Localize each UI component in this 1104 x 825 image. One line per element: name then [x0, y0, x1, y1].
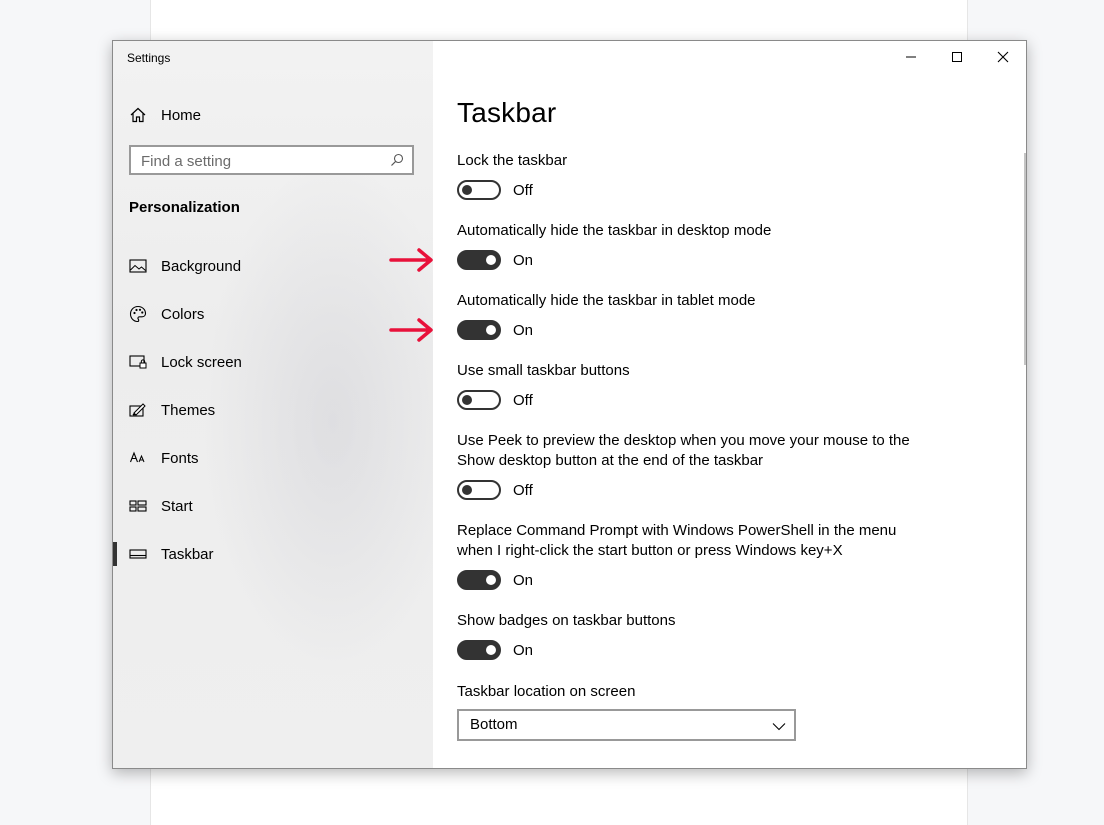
scrollbar[interactable]	[1024, 153, 1026, 365]
dropdown-value: Bottom	[470, 716, 518, 733]
toggle-knob	[486, 575, 496, 585]
toggle-state-label: Off	[513, 481, 533, 499]
home-icon	[129, 106, 147, 124]
taskbar-location-dropdown[interactable]: Bottom	[457, 709, 796, 741]
search-icon[interactable]	[390, 153, 404, 167]
sidebar-item-start[interactable]: Start	[113, 486, 433, 526]
taskbar-icon	[129, 545, 147, 563]
badges-toggle[interactable]	[457, 640, 501, 660]
sidebar-item-label: Themes	[161, 401, 216, 419]
toggle-state-label: On	[513, 251, 534, 269]
section-title: Personalization	[129, 199, 240, 216]
sidebar: Settings Home Personalization Background	[113, 41, 463, 768]
settings-window: Settings Home Personalization Background	[112, 40, 1027, 769]
taskbar-location-label: Taskbar location on screen	[457, 683, 636, 700]
toggle-state-label: Off	[513, 181, 533, 199]
lock-taskbar-toggle[interactable]	[457, 180, 501, 200]
setting-badges: Show badges on taskbar buttons On	[457, 611, 917, 660]
setting-description: Automatically hide the taskbar in tablet…	[457, 292, 756, 309]
lock-screen-icon	[129, 353, 147, 371]
setting-autohide-desktop: Automatically hide the taskbar in deskto…	[457, 221, 917, 270]
chevron-down-icon	[772, 719, 786, 731]
home-label: Home	[161, 106, 202, 124]
start-icon	[129, 497, 147, 515]
toggle-knob	[486, 325, 496, 335]
home-nav-item[interactable]: Home	[129, 103, 201, 127]
search-input[interactable]	[141, 151, 381, 171]
sidebar-item-lock-screen[interactable]: Lock screen	[113, 342, 433, 382]
sidebar-item-label: Lock screen	[161, 353, 242, 371]
setting-description: Use small taskbar buttons	[457, 362, 630, 379]
toggle-state-label: On	[513, 641, 534, 659]
minimize-button[interactable]	[888, 41, 934, 73]
toggle-state-label: Off	[513, 391, 533, 409]
palette-icon	[129, 305, 147, 323]
setting-small-buttons: Use small taskbar buttons Off	[457, 361, 917, 410]
red-arrow-icon	[389, 248, 433, 272]
sidebar-item-label: Taskbar	[161, 545, 214, 563]
sidebar-item-colors[interactable]: Colors	[113, 294, 433, 334]
toggle-knob	[462, 395, 472, 405]
toggle-knob	[462, 485, 472, 495]
search-box[interactable]	[129, 145, 414, 175]
sidebar-item-label: Background	[161, 257, 242, 275]
red-arrow-icon	[389, 318, 433, 342]
picture-icon	[129, 257, 147, 275]
setting-autohide-tablet: Automatically hide the taskbar in tablet…	[457, 291, 917, 340]
peek-toggle[interactable]	[457, 480, 501, 500]
sidebar-item-fonts[interactable]: Fonts	[113, 438, 433, 478]
small-buttons-toggle[interactable]	[457, 390, 501, 410]
setting-description: Automatically hide the taskbar in deskto…	[457, 222, 772, 239]
setting-lock-taskbar: Lock the taskbar Off	[457, 151, 917, 200]
app-title: Settings	[127, 51, 171, 65]
setting-description: Use Peek to preview the desktop when you…	[457, 432, 910, 469]
minimize-icon	[906, 56, 916, 58]
sidebar-item-themes[interactable]: Themes	[113, 390, 433, 430]
close-button[interactable]	[980, 41, 1026, 73]
maximize-icon	[952, 52, 962, 62]
toggle-state-label: On	[513, 321, 534, 339]
setting-description: Replace Command Prompt with Windows Powe…	[457, 522, 897, 559]
toggle-knob	[486, 255, 496, 265]
main-content: Taskbar Lock the taskbar Off Automatical…	[433, 41, 1026, 768]
active-indicator	[113, 542, 117, 566]
sidebar-item-label: Fonts	[161, 449, 199, 467]
sidebar-item-background[interactable]: Background	[113, 246, 433, 286]
maximize-button[interactable]	[934, 41, 980, 73]
autohide-desktop-toggle[interactable]	[457, 250, 501, 270]
toggle-knob	[462, 185, 472, 195]
powershell-toggle[interactable]	[457, 570, 501, 590]
sidebar-item-label: Start	[161, 497, 193, 515]
toggle-knob	[486, 645, 496, 655]
toggle-state-label: On	[513, 571, 534, 589]
setting-peek: Use Peek to preview the desktop when you…	[457, 431, 917, 500]
setting-description: Show badges on taskbar buttons	[457, 612, 676, 629]
setting-powershell: Replace Command Prompt with Windows Powe…	[457, 521, 917, 590]
themes-icon	[129, 401, 147, 419]
autohide-tablet-toggle[interactable]	[457, 320, 501, 340]
sidebar-item-label: Colors	[161, 305, 205, 323]
setting-description: Lock the taskbar	[457, 152, 568, 169]
fonts-icon	[129, 449, 147, 467]
sidebar-item-taskbar[interactable]: Taskbar	[113, 534, 433, 574]
page-title: Taskbar	[457, 97, 557, 128]
close-icon	[997, 51, 1009, 63]
